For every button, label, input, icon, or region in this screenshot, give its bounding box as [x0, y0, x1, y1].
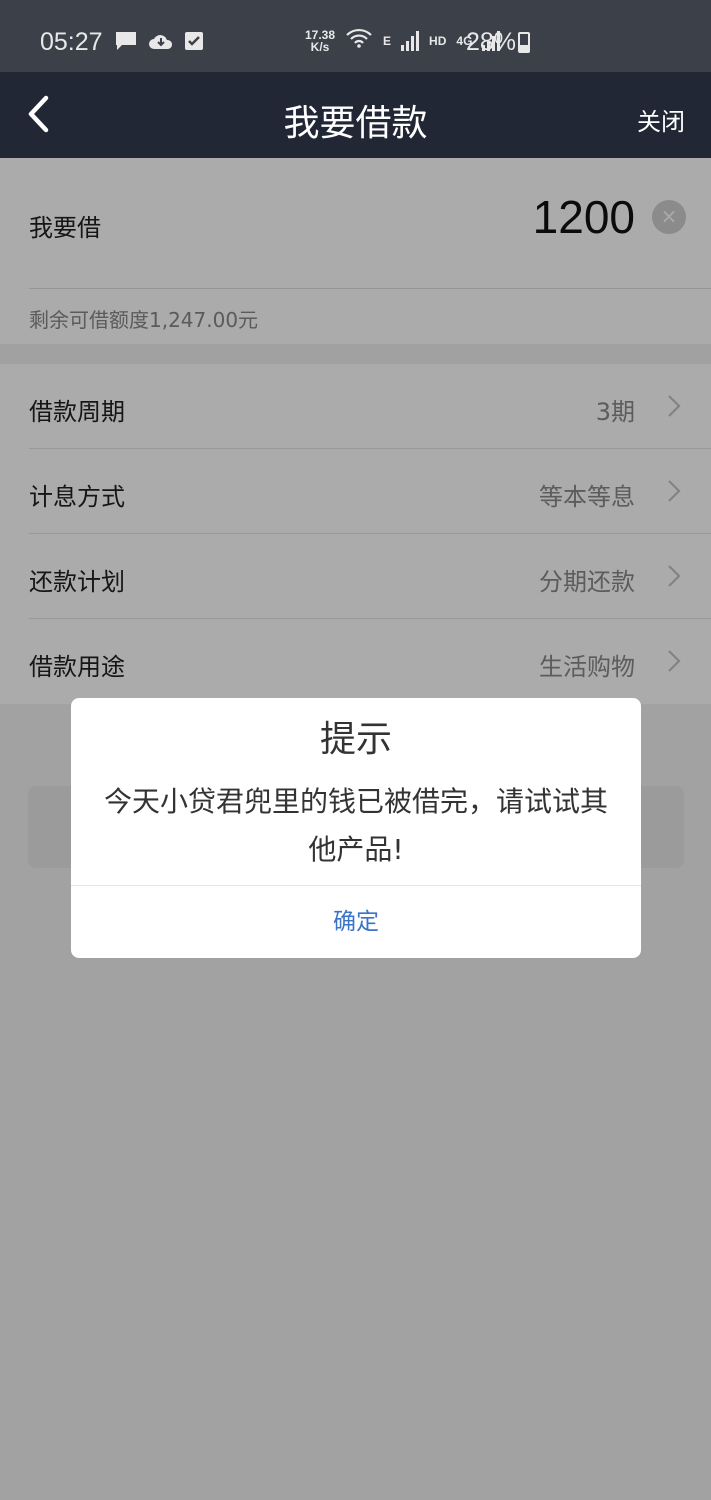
page-title: 我要借款: [283, 103, 428, 144]
cloud-icon: [148, 31, 174, 55]
speed-unit: K/s: [310, 39, 330, 54]
network-speed: 17.38 K/s: [305, 29, 335, 53]
network-hd-label: HD: [429, 33, 447, 48]
confirm-button[interactable]: 确定: [71, 902, 641, 936]
close-button[interactable]: 关闭: [637, 102, 685, 137]
network-e-label: E: [383, 33, 392, 48]
message-icon: [114, 30, 138, 56]
dialog-title: 提示: [319, 719, 392, 760]
alert-dialog: 提示 今天小贷君兜里的钱已被借完，请试试其他产品! 确定: [71, 698, 641, 958]
wifi-icon: [345, 27, 373, 54]
battery-percent: 28%: [466, 28, 517, 56]
nav-bar: 我要借款 关闭: [0, 72, 711, 158]
checkbox-icon: [184, 31, 204, 55]
status-bar: 05:27 17.38 K/s E HD 4G 28%: [0, 0, 711, 72]
dialog-message: 今天小贷君兜里的钱已被借完，请试试其他产品!: [103, 785, 608, 866]
signal-icon: [401, 30, 420, 51]
speed-value: 17.38: [305, 27, 336, 42]
divider: [71, 885, 641, 886]
status-time: 05:27: [40, 28, 103, 56]
battery-icon: [518, 32, 530, 53]
